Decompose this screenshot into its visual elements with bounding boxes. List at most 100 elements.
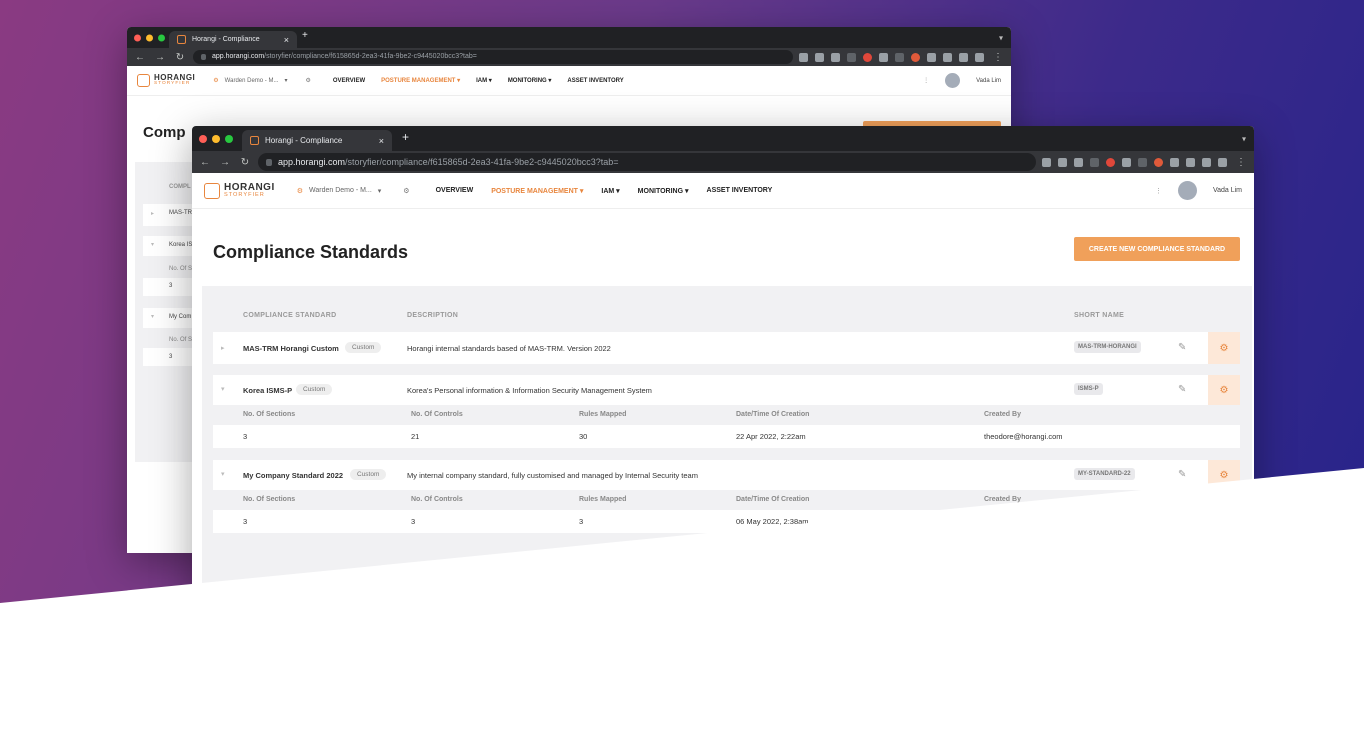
custom-badge: Custom bbox=[296, 384, 333, 395]
cloud-account-icon: ⚙ bbox=[213, 78, 219, 84]
detail-controls: 3 bbox=[411, 517, 416, 526]
detail-sections: 3 bbox=[243, 517, 248, 526]
detail-row bbox=[213, 425, 1240, 448]
detail-header-created: Date/Time Of Creation bbox=[736, 496, 810, 503]
detail-created-by: theodore@horangi.com bbox=[984, 432, 1063, 441]
maximize-window-button[interactable] bbox=[158, 34, 165, 41]
detail-header-controls: No. Of Controls bbox=[411, 496, 463, 503]
side-panel-icon[interactable] bbox=[959, 52, 968, 62]
menu-overview[interactable]: OVERVIEW bbox=[333, 78, 365, 84]
profile-icon[interactable] bbox=[975, 52, 984, 62]
extension-dots-icon[interactable] bbox=[895, 52, 904, 62]
short-name-badge: MY-STANDARD-22 bbox=[1074, 468, 1135, 480]
window-controls[interactable] bbox=[134, 34, 165, 41]
tab-title: Horangi - Compliance bbox=[192, 36, 260, 43]
browser-menu-icon[interactable]: ⋮ bbox=[991, 52, 1005, 63]
create-new-compliance-standard-button[interactable]: CREATE NEW COMPLIANCE STANDARD bbox=[1074, 237, 1240, 261]
edit-icon[interactable]: ✎ bbox=[1178, 469, 1186, 480]
user-name[interactable]: Vada Lim bbox=[976, 78, 1001, 84]
logo-text: HORANGI STORYFIER bbox=[154, 74, 195, 87]
custom-badge: Custom bbox=[345, 342, 382, 353]
detail-header-sections: No. Of Sections bbox=[243, 411, 296, 418]
detail-header-created: Date/Time Of Creation bbox=[736, 411, 810, 418]
close-window-button[interactable] bbox=[134, 34, 141, 41]
gear-icon: ⚙ bbox=[1219, 342, 1229, 354]
menu-monitoring[interactable]: MONITORING ▾ bbox=[508, 77, 552, 84]
row-expander-icon[interactable]: ▸ bbox=[151, 210, 154, 217]
main-menu: OVERVIEW POSTURE MANAGEMENT ▾ IAM ▾ MONI… bbox=[333, 77, 624, 85]
detail-created: 22 Apr 2022, 2:22am bbox=[736, 432, 806, 441]
forward-arrow-icon[interactable]: → bbox=[153, 52, 167, 63]
standard-name: My Company Standard 2022 bbox=[243, 471, 344, 480]
standard-name: My Com bbox=[169, 314, 192, 320]
extension-icon[interactable] bbox=[847, 52, 856, 62]
settings-gear-button[interactable]: ⚙ bbox=[1208, 375, 1240, 405]
user-area: ⋮ Vada Lim bbox=[923, 73, 1001, 88]
reload-icon[interactable]: ↻ bbox=[173, 52, 187, 63]
detail-header-rules: Rules Mapped bbox=[579, 496, 627, 503]
menu-posture-management[interactable]: POSTURE MANAGEMENT ▾ bbox=[381, 77, 460, 84]
minimize-window-button[interactable] bbox=[146, 34, 153, 41]
detail-header-rules: Rules Mapped bbox=[579, 411, 627, 418]
gear-icon: ⚙ bbox=[1219, 384, 1229, 396]
settings-gear-button[interactable]: ⚙ bbox=[1208, 332, 1240, 364]
row-expander-icon[interactable]: ▾ bbox=[151, 241, 154, 248]
reading-list-icon[interactable] bbox=[943, 52, 952, 62]
edit-icon[interactable]: ✎ bbox=[1178, 342, 1186, 353]
column-header-standard: COMPLIANCE STANDARD bbox=[243, 312, 337, 319]
share-icon[interactable] bbox=[815, 52, 824, 62]
standard-description: Korea's Personal information & Informati… bbox=[407, 386, 652, 395]
custom-badge: Custom bbox=[350, 469, 387, 480]
detail-header: No. Of S bbox=[169, 337, 193, 343]
page-title: Comp bbox=[143, 124, 186, 141]
horangi-logo[interactable]: HORANGI STORYFIER bbox=[137, 74, 195, 87]
detail-header: No. Of S bbox=[169, 266, 193, 272]
lock-icon bbox=[201, 53, 206, 60]
detail-header-created-by: Created By bbox=[984, 496, 1021, 503]
menu-iam[interactable]: IAM ▾ bbox=[476, 77, 492, 84]
short-name-badge: ISMS-P bbox=[1074, 383, 1103, 395]
column-header-standard: COMPL bbox=[169, 184, 191, 190]
extension-s-icon[interactable] bbox=[911, 52, 920, 62]
extension-camera-icon[interactable] bbox=[879, 52, 888, 62]
short-name-badge: MAS-TRM-HORANGI bbox=[1074, 341, 1141, 353]
url-host: app.horangi.com bbox=[212, 53, 265, 61]
row-expander-icon[interactable]: ▸ bbox=[221, 344, 225, 352]
new-tab-button[interactable]: + bbox=[302, 30, 308, 41]
row-expander-icon[interactable]: ▾ bbox=[221, 385, 225, 393]
extension-red-icon[interactable] bbox=[863, 52, 872, 62]
edit-icon[interactable]: ✎ bbox=[1178, 384, 1186, 395]
environment-selector[interactable]: ⚙ Warden Demo - M... ▾ bbox=[213, 77, 287, 85]
standard-name: MAS-TRM Horangi Custom bbox=[243, 344, 339, 353]
detail-header-created-by: Created By bbox=[984, 411, 1021, 418]
extensions-toolbar: ⋮ bbox=[799, 52, 1005, 63]
detail-controls: 21 bbox=[411, 432, 420, 441]
standard-name: MAS-TR bbox=[169, 210, 192, 216]
bookmark-star-icon[interactable] bbox=[831, 52, 840, 62]
detail-sections: 3 bbox=[169, 354, 173, 360]
gear-icon: ⚙ bbox=[1219, 469, 1229, 481]
close-tab-icon[interactable]: × bbox=[284, 35, 289, 45]
detail-rules: 30 bbox=[579, 432, 588, 441]
url-field[interactable]: app.horangi.com/storyfier/compliance/f61… bbox=[193, 49, 793, 65]
detail-header-controls: No. Of Controls bbox=[411, 411, 463, 418]
zoom-icon[interactable] bbox=[799, 52, 808, 62]
standard-name: Korea IS bbox=[169, 242, 193, 248]
browser-tab[interactable]: Horangi - Compliance × bbox=[169, 31, 297, 48]
more-options-icon[interactable]: ⋮ bbox=[923, 77, 929, 84]
puzzle-icon[interactable] bbox=[927, 52, 936, 62]
avatar[interactable] bbox=[945, 73, 961, 88]
horangi-favicon-icon bbox=[177, 35, 186, 44]
back-arrow-icon[interactable]: ← bbox=[133, 52, 147, 63]
url-path: /storyfier/compliance/f615865d-2ea3-41fa… bbox=[264, 53, 477, 61]
environment-name: Warden Demo - M... bbox=[224, 77, 279, 84]
detail-rules: 3 bbox=[579, 517, 584, 526]
menu-asset-inventory[interactable]: ASSET INVENTORY bbox=[567, 78, 623, 84]
tab-search-icon[interactable]: ▾ bbox=[999, 33, 1003, 42]
standard-name: Korea ISMS-P bbox=[243, 386, 293, 395]
row-expander-icon[interactable]: ▾ bbox=[221, 470, 225, 478]
column-header-description: DESCRIPTION bbox=[407, 312, 459, 319]
row-expander-icon[interactable]: ▾ bbox=[151, 313, 154, 320]
address-bar: ← → ↻ app.horangi.com/storyfier/complian… bbox=[127, 48, 1011, 66]
settings-gear-icon[interactable]: ⚙ bbox=[305, 77, 310, 84]
